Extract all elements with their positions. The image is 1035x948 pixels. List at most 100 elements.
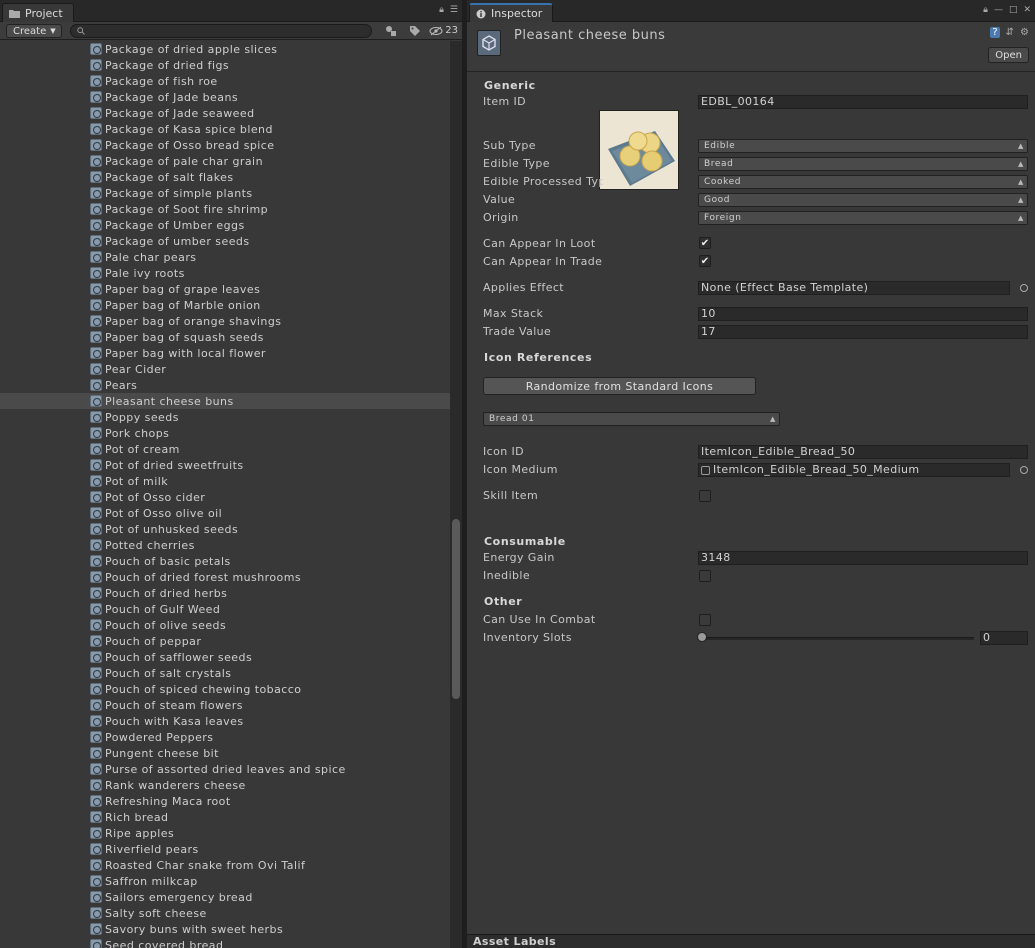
inspector-tab[interactable]: Inspector: [469, 3, 554, 22]
asset-list-item[interactable]: Package of dried apple slices: [0, 41, 450, 57]
asset-list-item[interactable]: Pouch of steam flowers: [0, 697, 450, 713]
asset-list-item[interactable]: Potted cherries: [0, 537, 450, 553]
inventory-slots-slider[interactable]: [702, 637, 974, 640]
asset-list-item[interactable]: Roasted Char snake from Ovi Talif: [0, 857, 450, 873]
asset-list-item[interactable]: Riverfield pears: [0, 841, 450, 857]
asset-list-item[interactable]: Savory buns with sweet herbs: [0, 921, 450, 937]
asset-list-item[interactable]: Pleasant cheese buns: [0, 393, 450, 409]
settings-gear-icon[interactable]: ⚙: [1020, 27, 1029, 38]
energy-gain-field[interactable]: 3148: [698, 551, 1028, 565]
hidden-packages-toggle[interactable]: 23: [429, 25, 458, 36]
combat-checkbox[interactable]: [699, 614, 711, 626]
asset-list-item[interactable]: Paper bag of grape leaves: [0, 281, 450, 297]
slider-knob[interactable]: [697, 632, 707, 642]
asset-list-item[interactable]: Powdered Peppers: [0, 729, 450, 745]
asset-list-item[interactable]: Package of simple plants: [0, 185, 450, 201]
menu-icon[interactable]: ☰: [450, 5, 458, 15]
asset-list-item[interactable]: Package of Soot fire shrimp: [0, 201, 450, 217]
loot-checkbox[interactable]: ✔: [699, 237, 711, 249]
asset-list-item[interactable]: Package of Osso bread spice: [0, 137, 450, 153]
maximize-icon[interactable]: □: [1009, 5, 1018, 15]
asset-list-item[interactable]: Pouch of spiced chewing tobacco: [0, 681, 450, 697]
origin-dropdown[interactable]: Foreign ▲: [698, 211, 1028, 225]
asset-list-item[interactable]: Package of salt flakes: [0, 169, 450, 185]
asset-list-item[interactable]: Poppy seeds: [0, 409, 450, 425]
icon-id-field[interactable]: ItemIcon_Edible_Bread_50: [698, 445, 1028, 459]
asset-list-item[interactable]: Pouch of basic petals: [0, 553, 450, 569]
asset-list-item[interactable]: Saffron milkcap: [0, 873, 450, 889]
processed-type-dropdown[interactable]: Cooked ▲: [698, 175, 1028, 189]
asset-list-item[interactable]: Pot of Osso cider: [0, 489, 450, 505]
randomize-icons-button[interactable]: Randomize from Standard Icons: [483, 377, 756, 395]
skill-item-checkbox[interactable]: [699, 490, 711, 502]
edible-type-dropdown[interactable]: Bread ▲: [698, 157, 1028, 171]
asset-list-item[interactable]: Pears: [0, 377, 450, 393]
asset-list-item[interactable]: Paper bag of squash seeds: [0, 329, 450, 345]
asset-list-item[interactable]: Pot of milk: [0, 473, 450, 489]
asset-list-item[interactable]: Pear Cider: [0, 361, 450, 377]
asset-list-item[interactable]: Pouch with Kasa leaves: [0, 713, 450, 729]
asset-list-item[interactable]: Pouch of salt crystals: [0, 665, 450, 681]
asset-list-item[interactable]: Refreshing Maca root: [0, 793, 450, 809]
inventory-slots-field[interactable]: 0: [980, 631, 1028, 645]
asset-list-item[interactable]: Paper bag with local flower: [0, 345, 450, 361]
icon-set-dropdown[interactable]: Bread 01 ▲: [483, 412, 780, 426]
asset-list-item[interactable]: Pork chops: [0, 425, 450, 441]
asset-labels-bar[interactable]: Asset Labels: [467, 934, 1035, 948]
help-icon[interactable]: ?: [990, 27, 1000, 38]
asset-list-item[interactable]: Salty soft cheese: [0, 905, 450, 921]
asset-list-item[interactable]: Pot of Osso olive oil: [0, 505, 450, 521]
item-id-field[interactable]: EDBL_00164: [698, 95, 1028, 109]
icon-medium-field[interactable]: ItemIcon_Edible_Bread_50_Medium: [698, 463, 1010, 477]
open-button[interactable]: Open: [988, 47, 1029, 63]
lock-icon[interactable]: 🔒︎: [983, 5, 988, 15]
asset-list-item[interactable]: Paper bag of orange shavings: [0, 313, 450, 329]
effect-field[interactable]: None (Effect Base Template): [698, 281, 1010, 295]
value-dropdown[interactable]: Good ▲: [698, 193, 1028, 207]
asset-list-item[interactable]: Pouch of dried forest mushrooms: [0, 569, 450, 585]
asset-list-item[interactable]: Pouch of dried herbs: [0, 585, 450, 601]
sub-type-dropdown[interactable]: Edible ▲: [698, 139, 1028, 153]
filter-by-label-icon[interactable]: [405, 23, 425, 38]
filter-by-type-icon[interactable]: [381, 23, 401, 38]
object-picker-icon[interactable]: [1020, 466, 1028, 474]
asset-list-item[interactable]: Pouch of Gulf Weed: [0, 601, 450, 617]
scrollbar-thumb[interactable]: [452, 519, 460, 699]
minus-icon[interactable]: —: [994, 5, 1003, 15]
asset-list-item[interactable]: Pale char pears: [0, 249, 450, 265]
asset-list-item[interactable]: Sailors emergency bread: [0, 889, 450, 905]
asset-list-item[interactable]: Pot of unhusked seeds: [0, 521, 450, 537]
asset-list-item[interactable]: Ripe apples: [0, 825, 450, 841]
object-picker-icon[interactable]: [1020, 284, 1028, 292]
create-button[interactable]: Create ▼: [6, 24, 62, 38]
search-input[interactable]: [70, 24, 372, 38]
asset-list-item[interactable]: Pouch of safflower seeds: [0, 649, 450, 665]
trade-checkbox[interactable]: ✔: [699, 255, 711, 267]
asset-list-item[interactable]: Package of Kasa spice blend: [0, 121, 450, 137]
asset-list-item[interactable]: Rich bread: [0, 809, 450, 825]
asset-list-item[interactable]: Pot of dried sweetfruits: [0, 457, 450, 473]
asset-list-scrollbar[interactable]: [450, 41, 462, 948]
lock-icon[interactable]: 🔒︎: [439, 5, 444, 15]
asset-list-item[interactable]: Rank wanderers cheese: [0, 777, 450, 793]
presets-icon[interactable]: ⇵: [1006, 27, 1014, 38]
asset-list-item[interactable]: Seed covered bread: [0, 937, 450, 948]
asset-list-item[interactable]: Purse of assorted dried leaves and spice: [0, 761, 450, 777]
asset-list-item[interactable]: Package of pale char grain: [0, 153, 450, 169]
asset-list-item[interactable]: Package of dried figs: [0, 57, 450, 73]
asset-list-item[interactable]: Pot of cream: [0, 441, 450, 457]
asset-list-item[interactable]: Pungent cheese bit: [0, 745, 450, 761]
asset-list-item[interactable]: Pale ivy roots: [0, 265, 450, 281]
inedible-checkbox[interactable]: [699, 570, 711, 582]
trade-value-field[interactable]: 17: [698, 325, 1028, 339]
asset-list-item[interactable]: Pouch of olive seeds: [0, 617, 450, 633]
asset-list-item[interactable]: Package of Jade beans: [0, 89, 450, 105]
asset-list-item[interactable]: Package of Jade seaweed: [0, 105, 450, 121]
project-tab[interactable]: Project: [2, 3, 74, 22]
asset-list-item[interactable]: Paper bag of Marble onion: [0, 297, 450, 313]
max-stack-field[interactable]: 10: [698, 307, 1028, 321]
asset-list-item[interactable]: Pouch of peppar: [0, 633, 450, 649]
asset-list-item[interactable]: Package of fish roe: [0, 73, 450, 89]
close-icon[interactable]: ✕: [1023, 5, 1031, 15]
asset-list-item[interactable]: Package of Umber eggs: [0, 217, 450, 233]
